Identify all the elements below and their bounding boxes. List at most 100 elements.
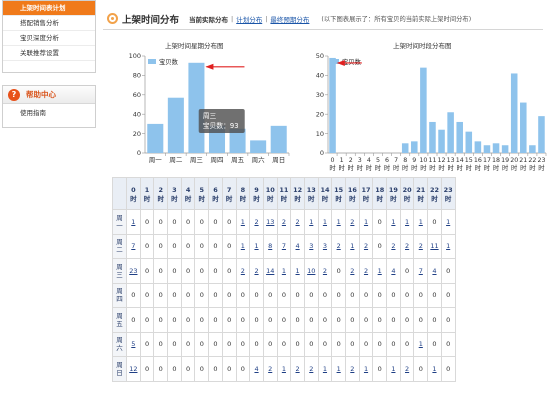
x-tick-label: 23: [537, 157, 545, 164]
count-cell-link[interactable]: 1: [386, 209, 401, 235]
count-cell-link[interactable]: 4: [290, 233, 305, 259]
count-cell-link[interactable]: 1: [440, 209, 456, 235]
count-cell-link[interactable]: 10: [303, 258, 319, 284]
count-cell-link[interactable]: 1: [249, 233, 264, 259]
count-cell-link[interactable]: 1: [276, 356, 292, 382]
count-cell-link[interactable]: 1: [372, 258, 388, 284]
sidebar-menu: 上架时间表计划 搭配销售分析 宝贝深度分析 关联推荐设置: [2, 0, 96, 73]
count-cell-link[interactable]: 3: [317, 233, 333, 259]
count-cell-link[interactable]: 1: [440, 233, 456, 259]
count-cell: 0: [345, 307, 360, 333]
count-cell-link[interactable]: 4: [249, 356, 264, 382]
x-tick-unit: 时: [529, 163, 536, 172]
count-cell-link[interactable]: 7: [276, 233, 292, 259]
count-cell-link[interactable]: 2: [413, 233, 429, 259]
count-cell-link[interactable]: 2: [290, 209, 305, 235]
count-cell: 0: [194, 258, 210, 284]
count-cell-link[interactable]: 2: [303, 356, 319, 382]
count-cell: 0: [139, 282, 155, 308]
count-cell-link[interactable]: 3: [303, 233, 319, 259]
count-cell-link[interactable]: 2: [249, 258, 264, 284]
count-cell-link[interactable]: 2: [345, 209, 360, 235]
hour-column-header: 1时: [139, 177, 155, 210]
count-cell-link[interactable]: 1: [399, 209, 415, 235]
count-cell-link[interactable]: 1: [358, 356, 374, 382]
count-cell-link[interactable]: 1: [386, 356, 401, 382]
count-cell-link[interactable]: 1: [235, 233, 251, 259]
count-cell-link[interactable]: 2: [262, 356, 278, 382]
sidebar-item-recommend-settings[interactable]: 关联推荐设置: [3, 46, 95, 61]
count-cell-link[interactable]: 2: [345, 258, 360, 284]
sidebar-item-item-analysis[interactable]: 宝贝深度分析: [3, 31, 95, 46]
count-cell-link[interactable]: 1: [290, 258, 305, 284]
count-cell-link[interactable]: 1: [126, 209, 141, 235]
count-cell: 0: [413, 356, 429, 382]
count-cell-link[interactable]: 12: [126, 356, 141, 382]
table-row: 周一 1 0 0 0 0 0 0 0 1 2 13 2 2 1 1 1 2 1 0 1 1 1 0 1: [112, 209, 456, 235]
count-cell-link[interactable]: 2: [399, 356, 415, 382]
count-cell-link[interactable]: 4: [427, 258, 442, 284]
count-cell-link[interactable]: 23: [126, 258, 141, 284]
count-cell: 0: [153, 233, 169, 259]
help-item-guide[interactable]: 使用指南: [3, 104, 95, 122]
count-cell-link[interactable]: 2: [358, 258, 374, 284]
count-cell-link[interactable]: 1: [317, 356, 333, 382]
y-tick-label: 40: [133, 110, 141, 118]
count-cell-link[interactable]: 2: [276, 209, 292, 235]
count-cell-link[interactable]: 14: [262, 258, 278, 284]
count-cell-link[interactable]: 1: [235, 209, 251, 235]
count-cell: 0: [372, 307, 388, 333]
count-cell: 0: [399, 307, 415, 333]
count-cell: 0: [194, 209, 210, 235]
count-cell-link[interactable]: 1: [358, 209, 374, 235]
weekday-row-header: 周一: [112, 209, 127, 235]
count-cell-link[interactable]: 5: [126, 331, 141, 357]
count-cell-link[interactable]: 8: [262, 233, 278, 259]
tab-current-distribution[interactable]: 当前实际分布: [189, 14, 228, 24]
count-cell-link[interactable]: 1: [303, 209, 319, 235]
count-cell-link[interactable]: 2: [399, 233, 415, 259]
count-cell-link[interactable]: 4: [386, 258, 401, 284]
legend-label: 宝贝数: [159, 57, 179, 66]
count-cell-link[interactable]: 11: [427, 233, 442, 259]
count-cell-link[interactable]: 1: [413, 209, 429, 235]
count-cell: 0: [153, 307, 169, 333]
bar: [167, 97, 184, 153]
count-cell-link[interactable]: 1: [317, 209, 333, 235]
count-cell-link[interactable]: 1: [345, 233, 360, 259]
count-cell-link[interactable]: 13: [262, 209, 278, 235]
count-cell: 0: [194, 307, 210, 333]
tab-planned-distribution[interactable]: 计划分布: [236, 14, 262, 24]
count-cell-link[interactable]: 7: [126, 233, 141, 259]
hour-column-header: 4时: [180, 177, 196, 210]
x-tick-label: 19: [501, 157, 509, 164]
count-cell-link[interactable]: 2: [249, 209, 264, 235]
x-tick-label: 3: [358, 157, 362, 164]
count-cell: 0: [194, 331, 210, 357]
count-cell-link[interactable]: 2: [331, 233, 346, 259]
tab-expected-distribution[interactable]: 最终预期分布: [270, 14, 309, 24]
count-cell-link[interactable]: 1: [331, 356, 346, 382]
count-cell-link[interactable]: 1: [276, 258, 292, 284]
count-cell-link[interactable]: 2: [386, 233, 401, 259]
count-cell-link[interactable]: 7: [413, 258, 429, 284]
x-tick-unit: 时: [357, 163, 364, 172]
count-cell: 0: [290, 307, 305, 333]
sidebar-item-schedule[interactable]: 上架时间表计划: [3, 1, 95, 16]
count-cell-link[interactable]: 2: [345, 356, 360, 382]
count-cell-link[interactable]: 2: [290, 356, 305, 382]
count-cell: 0: [167, 356, 182, 382]
hour-column-header: 3时: [167, 177, 182, 210]
bar: [438, 129, 445, 153]
tab-separator: |: [265, 14, 268, 23]
count-cell-link[interactable]: 1: [427, 356, 442, 382]
count-cell-link[interactable]: 1: [413, 331, 429, 357]
count-cell-link[interactable]: 1: [331, 209, 346, 235]
sidebar-item-bundle-sales[interactable]: 搭配销售分析: [3, 16, 95, 31]
count-cell-link[interactable]: 2: [235, 258, 251, 284]
count-cell: 0: [372, 209, 388, 235]
count-cell-link[interactable]: 2: [317, 258, 333, 284]
count-cell-link[interactable]: 2: [358, 233, 374, 259]
count-cell: 0: [180, 233, 196, 259]
hourly-chart-title: 上架时间时段分布图: [393, 42, 452, 50]
